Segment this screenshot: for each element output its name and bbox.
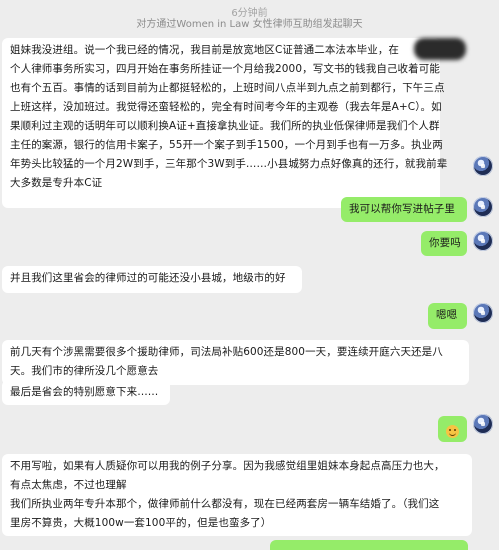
message-text-line: 里房不算贵，大概100w一套100平的，但是也蛮多了） — [10, 517, 272, 529]
message-text-line: 主任的案源，银行的信用卡案子，55开一个案子到手1500，一个月到手也有一万多。… — [10, 139, 443, 151]
incoming-message[interactable]: 前几天有个涉黑需要很多个援助律师，司法局补贴600还是800一天，要连续开庭六天… — [2, 340, 469, 385]
message-text-line: 有点太焦虑，不过也理解 — [10, 479, 127, 491]
message-text-line: 大多数是专升本C证 — [10, 177, 103, 189]
message-text-line: 天。我们市的律所没几个愿意去 — [10, 365, 159, 377]
message-text-line: 前几天有个涉黑需要很多个援助律师，司法局补贴600还是800一天，要连续开庭六天… — [10, 346, 443, 358]
incoming-message[interactable]: 并且我们这里省会的律师过的可能还没小县城，地级市的好 — [2, 266, 302, 293]
message-text-line: 姐妹我没进组。说一个我已经的情况，我目前是放宽地区C证普通二本法本毕业，在 — [10, 44, 400, 56]
message-text-line: 年势头比较猛的一个月2W到手，三年那个3W到手……小县城努力点好像真的还行，就我… — [10, 158, 448, 170]
outgoing-message-partial[interactable] — [270, 540, 468, 550]
user-avatar-icon[interactable] — [473, 231, 493, 251]
message-text-line: 上班这样，没加班过。我觉得还蛮轻松的，完全有时间考今年的主观卷（我去年是A+C）… — [10, 101, 442, 113]
message-text-line: 果顺利过主观的话明年可以顺利换A证+直接拿执业证。我们所的执业低保律师是我们个人… — [10, 120, 440, 132]
message-text: 并且我们这里省会的律师过的可能还没小县城，地级市的好 — [10, 272, 286, 284]
message-text-line: 不用写啦，如果有人质疑你可以用我的例子分享。因为我感觉组里姐妹本身起点高压力也大… — [10, 460, 445, 472]
message-text: 最后是省会的特别愿意下来…… — [10, 386, 159, 398]
message-text: 你要吗 — [429, 237, 461, 249]
message-text-line: 也有个五百。事情的话到目前为止都挺轻松的，上班时间八点半到九点之前到都行，下午三… — [10, 82, 445, 94]
message-text: 我可以帮你写进帖子里 — [349, 203, 455, 215]
incoming-message[interactable]: 不用写啦，如果有人质疑你可以用我的例子分享。因为我感觉组里姐妹本身起点高压力也大… — [2, 454, 472, 536]
user-avatar-icon[interactable] — [473, 197, 493, 217]
user-avatar-icon[interactable] — [473, 303, 493, 323]
message-text-line: 个人律师事务所实习，四月开始在事务所挂证一个月给我2000，写文书的钱我自己收着… — [10, 63, 440, 75]
outgoing-message[interactable]: 你要吗 — [421, 231, 467, 256]
outgoing-message[interactable]: 嗯嗯 — [428, 303, 467, 329]
incoming-message[interactable]: 最后是省会的特别愿意下来…… — [2, 380, 170, 405]
user-avatar-icon[interactable] — [473, 156, 493, 176]
outgoing-message[interactable]: 我可以帮你写进帖子里 — [341, 197, 467, 222]
user-avatar-icon[interactable] — [473, 414, 493, 434]
message-text-line: 我们所执业两年专升本那个，做律师前什么都没有，现在已经两套房一辆车结婚了。（我们… — [10, 498, 440, 510]
redaction-blur — [414, 38, 466, 60]
outgoing-message[interactable]: 😂 — [438, 416, 467, 442]
laughing-emoji-icon — [446, 424, 459, 438]
incoming-message[interactable]: 姐妹我没进组。说一个我已经的情况，我目前是放宽地区C证普通二本法本毕业，在 个人… — [2, 38, 448, 208]
system-notice: 对方通过Women in Law 女性律师互助组发起聊天 — [136, 19, 363, 30]
message-text: 嗯嗯 — [436, 309, 458, 321]
